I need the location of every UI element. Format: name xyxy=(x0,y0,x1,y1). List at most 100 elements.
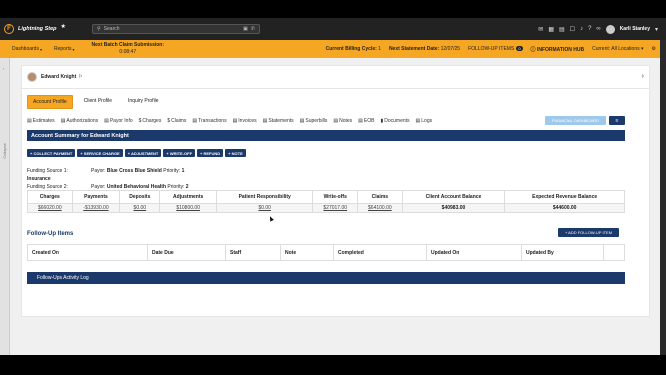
nav-dashboards-label: Dashboards xyxy=(12,46,39,52)
user-name[interactable]: Karli Stanley xyxy=(620,26,650,32)
action-buttons: + COLLECT PAYMENT + SERVICE CHARGE + ADJ… xyxy=(27,149,246,157)
subtab-notes[interactable]: ▤ Notes xyxy=(333,118,352,124)
claims-value[interactable]: $64100.00 xyxy=(357,203,403,213)
priority-label: Priority: xyxy=(163,168,181,174)
info-icon: ⓘ xyxy=(530,46,536,53)
statement-value: 12/07/25 xyxy=(440,46,461,52)
subtab-label: EOB xyxy=(363,118,375,124)
subtab-charges[interactable]: $ Charges xyxy=(139,118,162,124)
subtab-claims[interactable]: $ Claims xyxy=(167,118,186,124)
followup-label: FOLLOW-UP ITEMS xyxy=(468,46,515,52)
bell-icon[interactable]: ♪ xyxy=(580,26,583,32)
add-followup-button[interactable]: + ADD FOLLOW-UP ITEM xyxy=(558,228,619,237)
left-sidebar[interactable]: › Collapse xyxy=(0,58,10,355)
user-avatar[interactable] xyxy=(605,24,615,34)
subtab-documents[interactable]: ▮ Documents xyxy=(380,118,409,124)
note-button[interactable]: + NOTE xyxy=(225,149,246,157)
subtab-logs[interactable]: ▤ Logs xyxy=(416,118,433,124)
document-icon[interactable]: ▤ xyxy=(559,26,565,33)
chevron-down-icon[interactable]: ▾ xyxy=(655,26,658,33)
calendar-icon[interactable]: ▦ xyxy=(548,26,554,33)
col-completed[interactable]: Completed xyxy=(333,244,427,261)
followup-count-badge: 0 xyxy=(516,46,523,51)
col-claims: Claims xyxy=(357,190,403,204)
account-summary-table: Charges Payments Deposits Adjustments Pa… xyxy=(27,190,625,213)
chat-icon[interactable]: ✉ xyxy=(538,26,543,33)
tab-account-profile[interactable]: Account Profile xyxy=(27,95,73,109)
write-offs-value[interactable]: $27017.00 xyxy=(312,203,359,213)
chevron-right-icon[interactable]: › xyxy=(3,66,4,71)
billing-cycle-value: 1 xyxy=(378,46,381,52)
funding-source-label: Funding Source 1: Insurance xyxy=(27,167,91,183)
list-icon: ▤ xyxy=(192,118,198,124)
subtab-label: Statements xyxy=(268,118,294,124)
search-box[interactable]: ⚲ Search ▣ ✆ xyxy=(92,24,260,34)
payor-info: Payor: Blue Cross Blue Shield Priority: … xyxy=(91,167,184,183)
link-icon[interactable]: ∞ xyxy=(596,26,600,32)
subtab-superbills[interactable]: ▤ Superbills xyxy=(300,118,328,124)
col-updated-by[interactable]: Updated By xyxy=(521,244,604,261)
menu-button[interactable]: ≡ xyxy=(609,116,625,125)
priority-value: 1 xyxy=(181,168,185,174)
search-input[interactable]: Search xyxy=(104,26,240,32)
refund-button[interactable]: + REFUND xyxy=(197,149,224,157)
col-patient-responsibility: Patient Responsibility xyxy=(215,190,314,204)
adjustments-value[interactable]: $10800.00 xyxy=(159,203,217,213)
subtab-label: Logs xyxy=(421,118,433,124)
col-expected-revenue-balance: Expected Revenue Balance xyxy=(504,190,625,204)
subtab-invoices[interactable]: ▤ Invoices xyxy=(233,118,257,124)
subtab-payor-info[interactable]: ▤ Payor Info xyxy=(104,118,133,124)
subtab-eob[interactable]: ▤ EOB xyxy=(358,118,374,124)
logo-icon: F xyxy=(4,24,14,34)
deposits-value[interactable]: $0.00 xyxy=(119,203,161,213)
caret-down-icon: ▾ xyxy=(72,46,75,52)
write-off-button[interactable]: + WRITE-OFF xyxy=(163,149,196,157)
help-icon[interactable]: ? xyxy=(588,26,591,32)
col-updated-on[interactable]: Updated On xyxy=(426,244,522,261)
information-hub-link[interactable]: ⓘ INFORMATION HUB xyxy=(531,46,585,53)
service-charge-button[interactable]: + SERVICE CHARGE xyxy=(77,149,123,157)
bottom-band xyxy=(0,355,666,375)
col-deposits: Deposits xyxy=(119,190,161,204)
col-note[interactable]: Note xyxy=(280,244,334,261)
hamburger-icon: ≡ xyxy=(615,117,619,124)
top-bar: F Lightning Step ★ ⚲ Search ▣ ✆ ✉ ▦ ▤ ☐ … xyxy=(0,18,666,40)
patient-header: Edward Knight ⚐ xyxy=(27,72,83,82)
nav-dashboards[interactable]: Dashboards ▾ xyxy=(12,46,42,52)
tab-inquiry-profile[interactable]: Inquiry Profile xyxy=(123,95,164,109)
patient-name[interactable]: Edward Knight xyxy=(41,74,76,80)
payor-name: Blue Cross Blue Shield xyxy=(106,168,162,174)
list-icon: ▤ xyxy=(358,118,363,124)
patient-avatar xyxy=(27,72,37,82)
nav-reports[interactable]: Reports ▾ xyxy=(54,46,75,52)
message-icon[interactable]: ☐ xyxy=(570,26,575,33)
billing-cycle-label: Current Billing Cycle: xyxy=(325,46,377,52)
followup-items-link[interactable]: FOLLOW-UP ITEMS 0 xyxy=(468,46,523,52)
col-date-due[interactable]: Date Due xyxy=(147,244,226,261)
chevron-right-icon[interactable]: › xyxy=(642,73,644,80)
subtab-statements[interactable]: ▤ Statements xyxy=(263,118,294,124)
list-icon: ▤ xyxy=(232,118,238,124)
patient-responsibility-value[interactable]: $0.00 xyxy=(215,203,314,213)
subtab-transactions[interactable]: ▤ Transactions xyxy=(192,118,226,124)
col-staff[interactable]: Staff xyxy=(225,244,281,261)
followups-activity-log[interactable]: Follow-Ups Activity Log xyxy=(27,272,625,284)
scan-icon[interactable]: ▣ xyxy=(243,26,248,32)
payments-value[interactable]: -$13930.00 xyxy=(71,203,121,213)
account-summary-header: Account Summary for Edward Knight xyxy=(27,130,625,141)
subtab-estimates[interactable]: ▤ Estimates xyxy=(27,118,55,124)
charges-value[interactable]: $66020.00 xyxy=(27,203,73,213)
tab-client-profile[interactable]: Client Profile xyxy=(79,95,117,109)
app-logo[interactable]: F Lightning Step ★ xyxy=(4,24,88,34)
location-selector[interactable]: Current: All Locations ▾ xyxy=(592,46,643,52)
financial-dashboard-button[interactable]: FINANCIAL DASHBOARD xyxy=(545,116,606,125)
phone-icon[interactable]: ✆ xyxy=(251,26,255,32)
col-created-on[interactable]: Created On xyxy=(27,244,148,261)
caret-down-icon: ▾ xyxy=(39,46,42,52)
star-icon[interactable]: ★ xyxy=(61,23,66,30)
flag-icon[interactable]: ⚐ xyxy=(78,74,82,80)
collect-payment-button[interactable]: + COLLECT PAYMENT xyxy=(27,149,76,157)
subtab-authorizations[interactable]: ▤ Authorizations xyxy=(61,118,98,124)
settings-icon[interactable]: ⚙ xyxy=(652,46,656,52)
adjustment-button[interactable]: + ADJUSTMENT xyxy=(124,149,162,157)
